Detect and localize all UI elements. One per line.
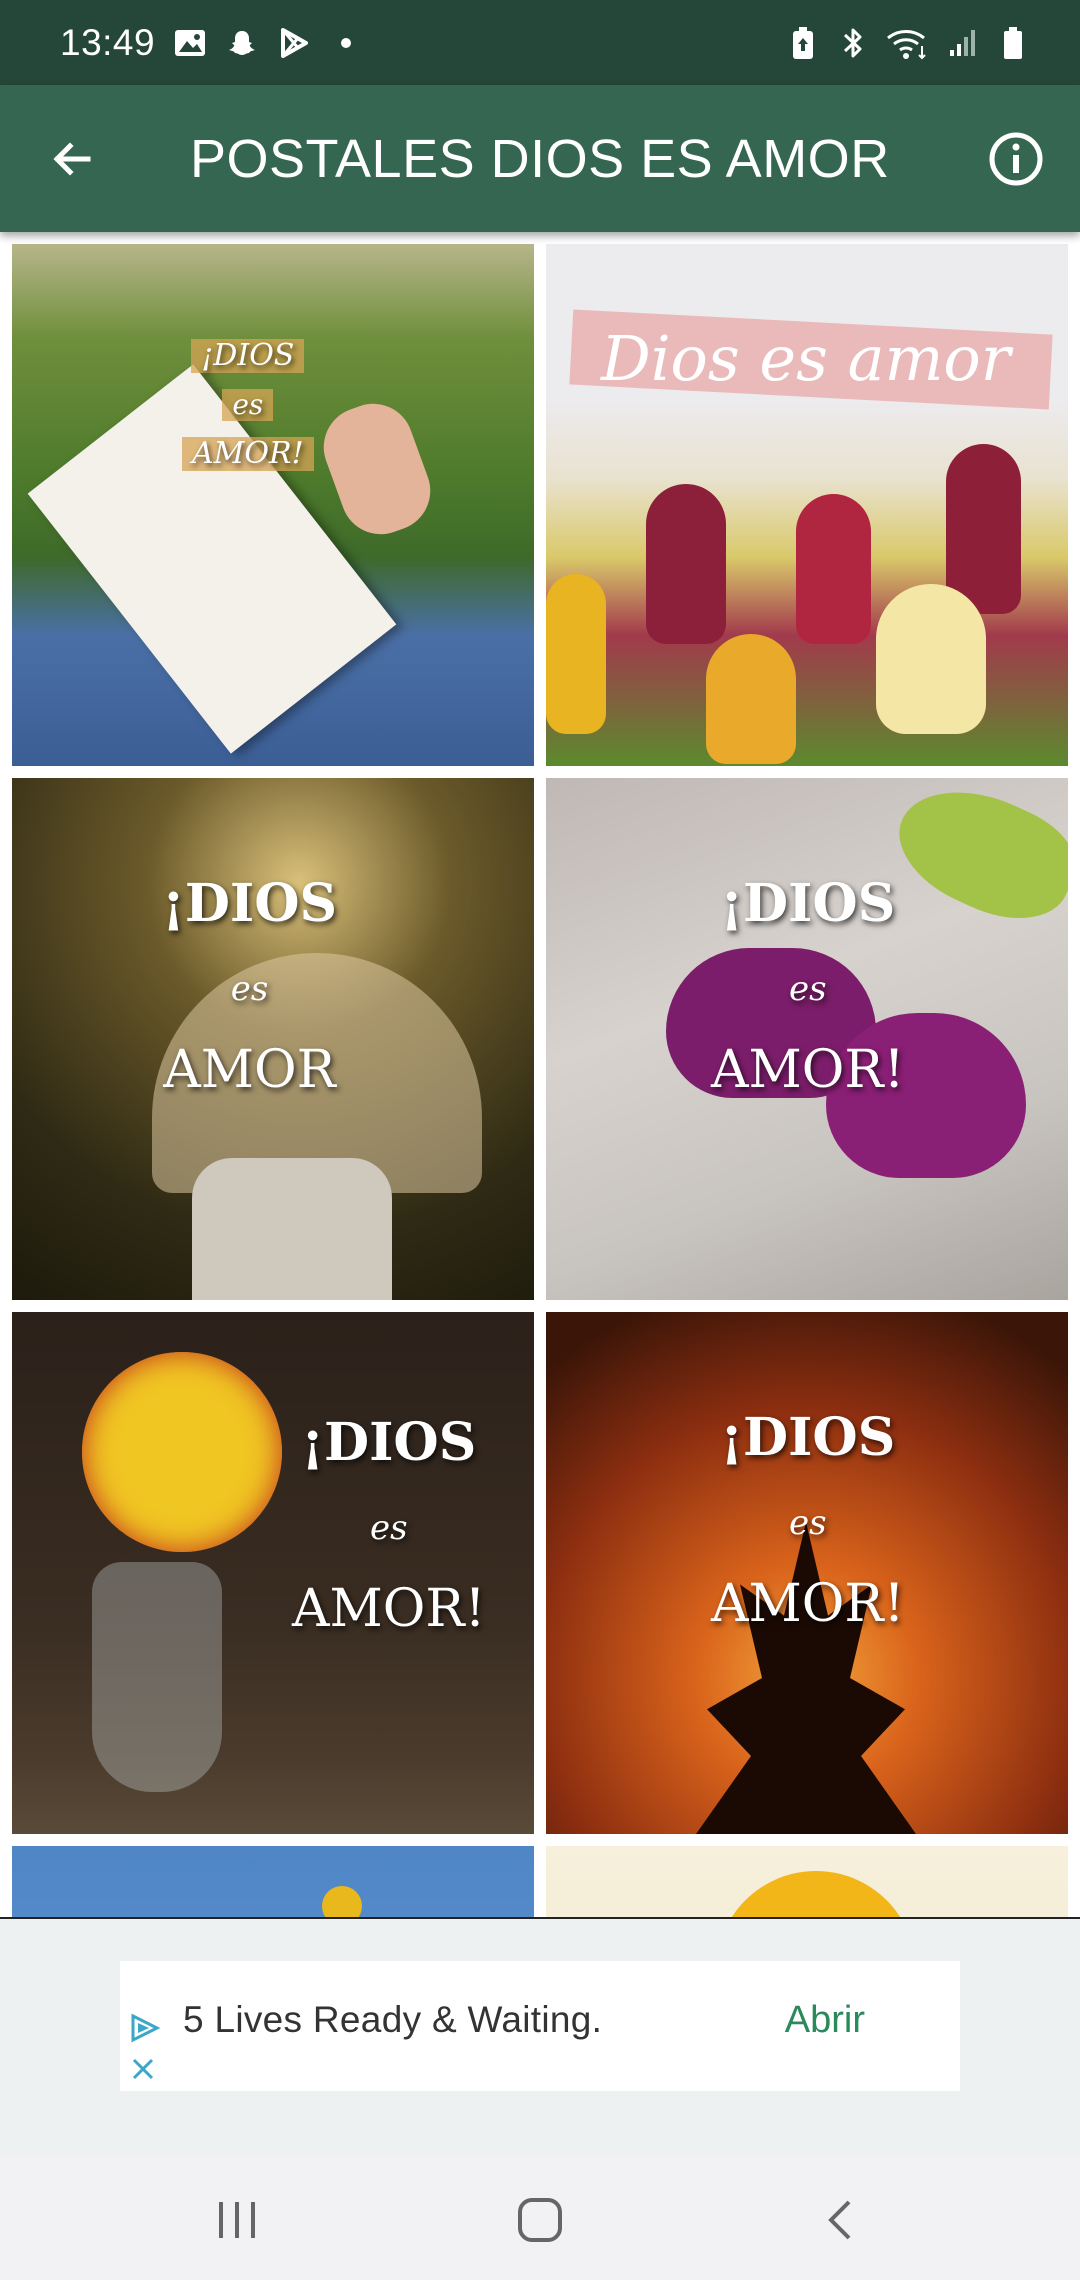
caption-line: es: [222, 389, 274, 421]
postcard-item[interactable]: [546, 1846, 1068, 1917]
caption-line: es: [788, 1503, 827, 1543]
caption-line: es: [369, 1508, 408, 1548]
caption-line: es: [788, 969, 827, 1009]
home-button[interactable]: [500, 2185, 580, 2255]
postcard-item[interactable]: ¡DIOS es AMOR!: [12, 1312, 534, 1834]
nav-bar: [0, 2155, 1080, 2280]
caption-line: ¡DIOS: [191, 339, 305, 373]
caption-line: AMOR!: [292, 1579, 486, 1639]
caption-line: ¡DIOS: [720, 873, 896, 934]
status-time: 13:49: [60, 21, 156, 63]
recents-button[interactable]: [197, 2185, 277, 2255]
caption-line: Dios es amor: [601, 322, 1011, 395]
caption-line: AMOR!: [182, 437, 314, 471]
caption-line: AMOR!: [711, 1574, 905, 1634]
postcard-item[interactable]: [12, 1846, 534, 1917]
ad-area: 5 Lives Ready & Waiting. Abrir: [0, 1917, 1080, 2157]
postcard-item[interactable]: ¡DIOS es AMOR!: [12, 244, 534, 766]
postcard-caption: ¡DIOS es AMOR!: [292, 1412, 486, 1639]
back-button[interactable]: [40, 127, 104, 191]
postcard-item[interactable]: Dios es amor: [546, 244, 1068, 766]
postcard-caption: ¡DIOS es AMOR!: [182, 339, 314, 471]
wifi-icon: [886, 26, 930, 60]
ad-icons: [128, 2013, 164, 2089]
status-bar: 13:49: [0, 0, 1080, 85]
caption-line: ¡DIOS: [720, 1407, 896, 1468]
tulip-shape: [706, 634, 796, 764]
info-icon: [989, 132, 1043, 186]
app-bar: POSTALES DIOS ES AMOR: [0, 85, 1080, 232]
caption-line: AMOR!: [711, 1040, 905, 1100]
postcard-item[interactable]: ¡DIOS es AMOR!: [546, 778, 1068, 1300]
ad-banner[interactable]: 5 Lives Ready & Waiting. Abrir: [120, 1961, 960, 2091]
hand-shape: [312, 392, 442, 546]
postcard-item[interactable]: ¡DIOS es AMOR!: [546, 1312, 1068, 1834]
notification-dot-icon: [329, 26, 363, 60]
tulip-shape: [946, 444, 1021, 614]
tulip-shape: [646, 484, 726, 644]
postcard-caption: ¡DIOS es AMOR!: [711, 873, 905, 1100]
ad-text: 5 Lives Ready & Waiting.: [183, 1999, 603, 2040]
info-button[interactable]: [982, 125, 1050, 193]
tulip-shape: [876, 584, 986, 734]
bluetooth-icon: [836, 26, 870, 60]
system-back-button[interactable]: [800, 2185, 880, 2255]
ad-choices-icon[interactable]: [128, 2013, 162, 2043]
back-icon: [828, 2200, 851, 2240]
battery-icon: [996, 26, 1030, 60]
caption-line: es: [230, 969, 269, 1009]
leaf-shape: [881, 778, 1068, 941]
caption-line: AMOR: [163, 1040, 336, 1100]
ad-open-button[interactable]: Abrir: [785, 1999, 865, 2042]
postcard-caption: ¡DIOS es AMOR: [162, 873, 338, 1100]
postcard-caption: ¡DIOS es AMOR!: [711, 1407, 905, 1634]
recents-icon: [219, 2202, 255, 2238]
flower-shape: [322, 1886, 362, 1917]
postcard-item[interactable]: ¡DIOS es AMOR: [12, 778, 534, 1300]
arrow-back-icon: [53, 142, 91, 176]
signal-icon: [946, 26, 980, 60]
gallery-icon: [173, 26, 207, 60]
play-store-icon: [277, 26, 311, 60]
tulip-shape: [546, 574, 606, 734]
caption-line: ¡DIOS: [162, 873, 338, 934]
caption-line: ¡DIOS: [301, 1412, 477, 1473]
home-icon: [518, 2198, 562, 2242]
flower-shape: [82, 1352, 282, 1552]
vase-shape: [92, 1562, 222, 1792]
close-icon[interactable]: [128, 2054, 158, 2084]
snapchat-icon: [225, 26, 259, 60]
page-title: POSTALES DIOS ES AMOR: [190, 129, 890, 189]
person-shape: [192, 1158, 392, 1300]
sunflower-shape: [716, 1871, 916, 1917]
battery-saver-icon: [786, 26, 820, 60]
postcard-grid[interactable]: ¡DIOS es AMOR! Dios es amor ¡DIOS es AMO…: [0, 232, 1080, 1917]
tulip-shape: [796, 494, 871, 644]
status-right: [786, 26, 1030, 60]
status-left: 13:49: [60, 22, 363, 64]
